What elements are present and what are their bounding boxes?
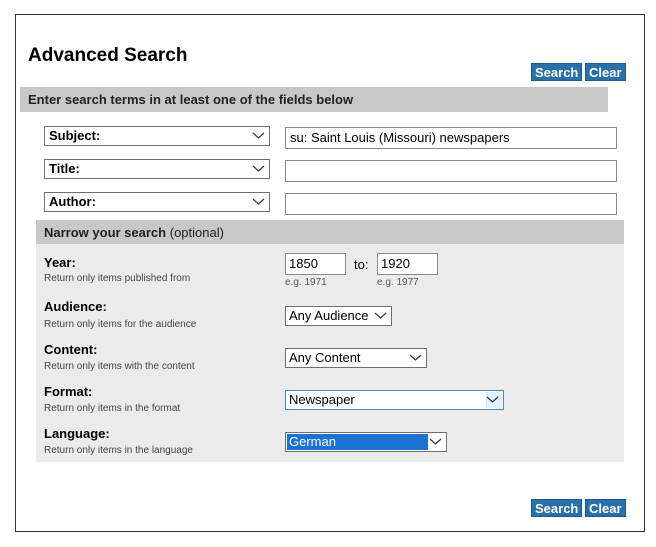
language-select[interactable]: German <box>285 432 447 452</box>
chevron-down-icon <box>374 312 387 319</box>
chevron-down-icon <box>486 396 499 403</box>
narrow-bar-optional: (optional) <box>169 225 224 240</box>
content-value: Any Content <box>289 350 361 365</box>
chevron-down-icon <box>252 132 265 139</box>
field-select-subject[interactable]: Subject: <box>44 126 270 146</box>
content-label: Content: <box>44 342 98 357</box>
search-term-input-subject[interactable]: su: Saint Louis (Missouri) newspapers <box>285 127 617 149</box>
field-select-author[interactable]: Author: <box>44 192 270 212</box>
year-from-hint: e.g. 1971 <box>285 277 327 288</box>
chevron-down-icon <box>429 438 442 445</box>
language-value: German <box>287 434 428 450</box>
format-value: Newspaper <box>289 392 355 407</box>
search-button-bottom[interactable]: Search <box>531 499 583 517</box>
audience-select[interactable]: Any Audience <box>285 306 392 326</box>
audience-label: Audience: <box>44 299 107 314</box>
year-to-hint: e.g. 1977 <box>377 277 419 288</box>
field-select-title[interactable]: Title: <box>44 159 270 179</box>
year-to-label: to: <box>354 257 369 272</box>
format-help: Return only items in the format <box>44 403 181 414</box>
field-select-label: Subject: <box>49 128 101 143</box>
year-to-input[interactable]: 1920 <box>377 253 438 275</box>
clear-button-top[interactable]: Clear <box>585 63 626 81</box>
terms-instructions-bar: Enter search terms in at least one of th… <box>20 87 608 112</box>
search-button-top[interactable]: Search <box>531 63 583 81</box>
year-label: Year: <box>44 255 76 270</box>
year-from-input[interactable]: 1850 <box>285 253 346 275</box>
field-select-label: Title: <box>49 161 80 176</box>
chevron-down-icon <box>252 165 265 172</box>
page-title: Advanced Search <box>28 45 188 66</box>
language-help: Return only items in the language <box>44 445 193 456</box>
content-help: Return only items with the content <box>44 361 195 372</box>
field-select-label: Author: <box>49 194 96 209</box>
language-label: Language: <box>44 426 110 441</box>
search-term-input-title[interactable] <box>285 160 617 182</box>
chevron-down-icon <box>409 354 422 361</box>
audience-help: Return only items for the audience <box>44 319 197 330</box>
chevron-down-icon <box>252 198 265 205</box>
search-term-input-author[interactable] <box>285 193 617 215</box>
format-select[interactable]: Newspaper <box>285 390 504 410</box>
narrow-search-bar: Narrow your search (optional) <box>36 220 624 245</box>
content-select[interactable]: Any Content <box>285 348 427 368</box>
format-label: Format: <box>44 384 93 399</box>
year-help: Return only items published from <box>44 273 191 284</box>
clear-button-bottom[interactable]: Clear <box>585 499 626 517</box>
audience-value: Any Audience <box>289 308 369 323</box>
narrow-bar-title: Narrow your search <box>44 225 167 240</box>
